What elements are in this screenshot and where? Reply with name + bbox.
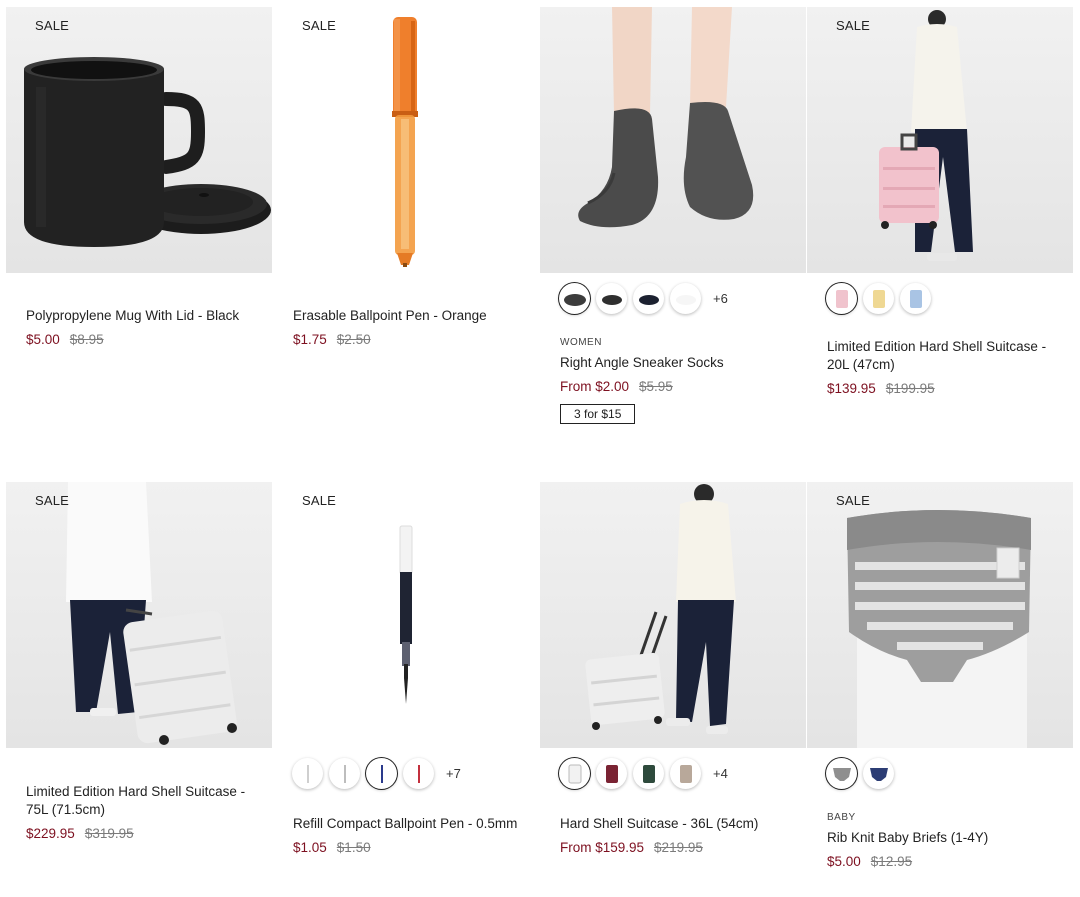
sock-swatch-icon: [563, 293, 586, 306]
more-colors-count[interactable]: +6: [713, 291, 728, 306]
original-price: $219.95: [654, 840, 703, 855]
mug-icon: [24, 57, 271, 247]
original-price: $1.50: [336, 840, 371, 855]
refill-swatch-icon: [417, 764, 420, 783]
sale-price: $229.95: [26, 826, 75, 841]
product-name[interactable]: Rib Knit Baby Briefs (1-4Y): [827, 829, 1057, 847]
sale-badge: SALE: [302, 18, 337, 33]
color-swatch[interactable]: [403, 758, 434, 789]
color-swatch[interactable]: [596, 283, 627, 314]
product-image[interactable]: SALE: [807, 482, 1073, 748]
sale-badge: SALE: [35, 18, 70, 33]
suitcase-swatch-icon: [835, 289, 848, 308]
sale-badge: SALE: [836, 493, 871, 508]
refill-swatch-icon: [380, 764, 383, 783]
color-swatch[interactable]: [900, 283, 931, 314]
suitcase-swatch-icon: [568, 764, 581, 783]
refill-swatch-icon: [343, 764, 346, 783]
briefs-swatch-icon: [832, 767, 851, 781]
product-name[interactable]: Refill Compact Ballpoint Pen - 0.5mm: [293, 815, 523, 833]
color-swatch[interactable]: [329, 758, 360, 789]
briefs-swatch-icon: [869, 767, 888, 781]
product-image[interactable]: [540, 482, 806, 748]
original-price: $5.95: [639, 379, 673, 394]
product-card[interactable]: +6 WOMEN Right Angle Sneaker Socks From …: [540, 7, 806, 424]
color-swatch[interactable]: [559, 283, 590, 314]
sale-price: $1.75: [293, 332, 327, 347]
suitcase-swatch-icon: [872, 289, 885, 308]
product-card[interactable]: SALE +7 Refill Compact Ballpoint Pen - 0…: [273, 482, 539, 855]
sale-price: $1.05: [293, 840, 327, 855]
color-swatch[interactable]: [596, 758, 627, 789]
original-price: $12.95: [870, 854, 913, 869]
sale-price: From $2.00: [560, 379, 630, 394]
sock-swatch-icon: [638, 294, 659, 305]
color-swatch[interactable]: [826, 758, 857, 789]
pen-icon: [392, 17, 418, 267]
sale-price: $5.00: [827, 854, 861, 869]
original-price: $8.95: [69, 332, 104, 347]
product-image[interactable]: [540, 7, 806, 273]
color-swatch[interactable]: [633, 283, 664, 314]
suitcase-swatch-icon: [605, 764, 618, 783]
product-card[interactable]: SALE Limited Edition Hard Shell Suitcase…: [807, 7, 1073, 396]
sale-price: $5.00: [26, 332, 60, 347]
product-card[interactable]: SALE Erasable Ballpoint Pen - Orange $1.…: [273, 7, 539, 347]
product-image[interactable]: SALE: [273, 7, 539, 273]
product-card[interactable]: +4 Hard Shell Suitcase - 36L (54cm) From…: [540, 482, 806, 855]
product-category: WOMEN: [560, 337, 602, 348]
color-swatch[interactable]: [670, 758, 701, 789]
more-colors-count[interactable]: +4: [713, 766, 728, 781]
product-image[interactable]: SALE: [273, 482, 539, 748]
sale-badge: SALE: [35, 493, 70, 508]
briefs-icon: [847, 510, 1031, 748]
color-swatch[interactable]: [559, 758, 590, 789]
promo-badge: 3 for $15: [560, 404, 636, 424]
product-card[interactable]: SALE BABY Rib Knit Baby Briefs (1-4Y) $5…: [807, 482, 1073, 869]
suitcase-swatch-icon: [679, 764, 692, 783]
color-swatch[interactable]: [633, 758, 664, 789]
color-swatch[interactable]: [863, 758, 894, 789]
color-swatch[interactable]: [826, 283, 857, 314]
sock-swatch-icon: [601, 294, 622, 305]
product-image[interactable]: SALE: [6, 7, 272, 273]
product-card[interactable]: SALE Limited Edition Hard Shell Suitcase…: [6, 482, 272, 841]
original-price: $319.95: [84, 826, 134, 841]
pen-refill-icon: [399, 525, 413, 704]
socks-icon: [578, 7, 754, 228]
product-name[interactable]: Polypropylene Mug With Lid - Black: [26, 307, 256, 325]
product-card[interactable]: SALE Polypropylene Mug With Lid - Black …: [6, 7, 272, 347]
sale-price: $139.95: [827, 381, 876, 396]
suitcase-swatch-icon: [642, 764, 655, 783]
refill-swatch-icon: [306, 764, 309, 783]
more-colors-count[interactable]: +7: [446, 766, 461, 781]
color-swatch[interactable]: [670, 283, 701, 314]
suitcase-swatch-icon: [909, 289, 922, 308]
product-image[interactable]: SALE: [807, 7, 1073, 273]
sale-price: From $159.95: [560, 840, 645, 855]
suitcase-icon: [879, 10, 973, 261]
sock-swatch-icon: [675, 294, 696, 305]
product-name[interactable]: Limited Edition Hard Shell Suitcase - 20…: [827, 338, 1057, 374]
product-name[interactable]: Erasable Ballpoint Pen - Orange: [293, 307, 523, 325]
original-price: $2.50: [336, 332, 371, 347]
product-name[interactable]: Right Angle Sneaker Socks: [560, 354, 790, 372]
color-swatch[interactable]: [863, 283, 894, 314]
suitcase-icon: [66, 482, 237, 745]
sale-badge: SALE: [836, 18, 871, 33]
suitcase-icon: [585, 484, 736, 734]
original-price: $199.95: [885, 381, 935, 396]
product-name[interactable]: Limited Edition Hard Shell Suitcase - 75…: [26, 783, 256, 819]
product-category: BABY: [827, 812, 856, 823]
color-swatch[interactable]: [292, 758, 323, 789]
color-swatch[interactable]: [366, 758, 397, 789]
product-name[interactable]: Hard Shell Suitcase - 36L (54cm): [560, 815, 790, 833]
sale-badge: SALE: [302, 493, 337, 508]
product-image[interactable]: SALE: [6, 482, 272, 748]
